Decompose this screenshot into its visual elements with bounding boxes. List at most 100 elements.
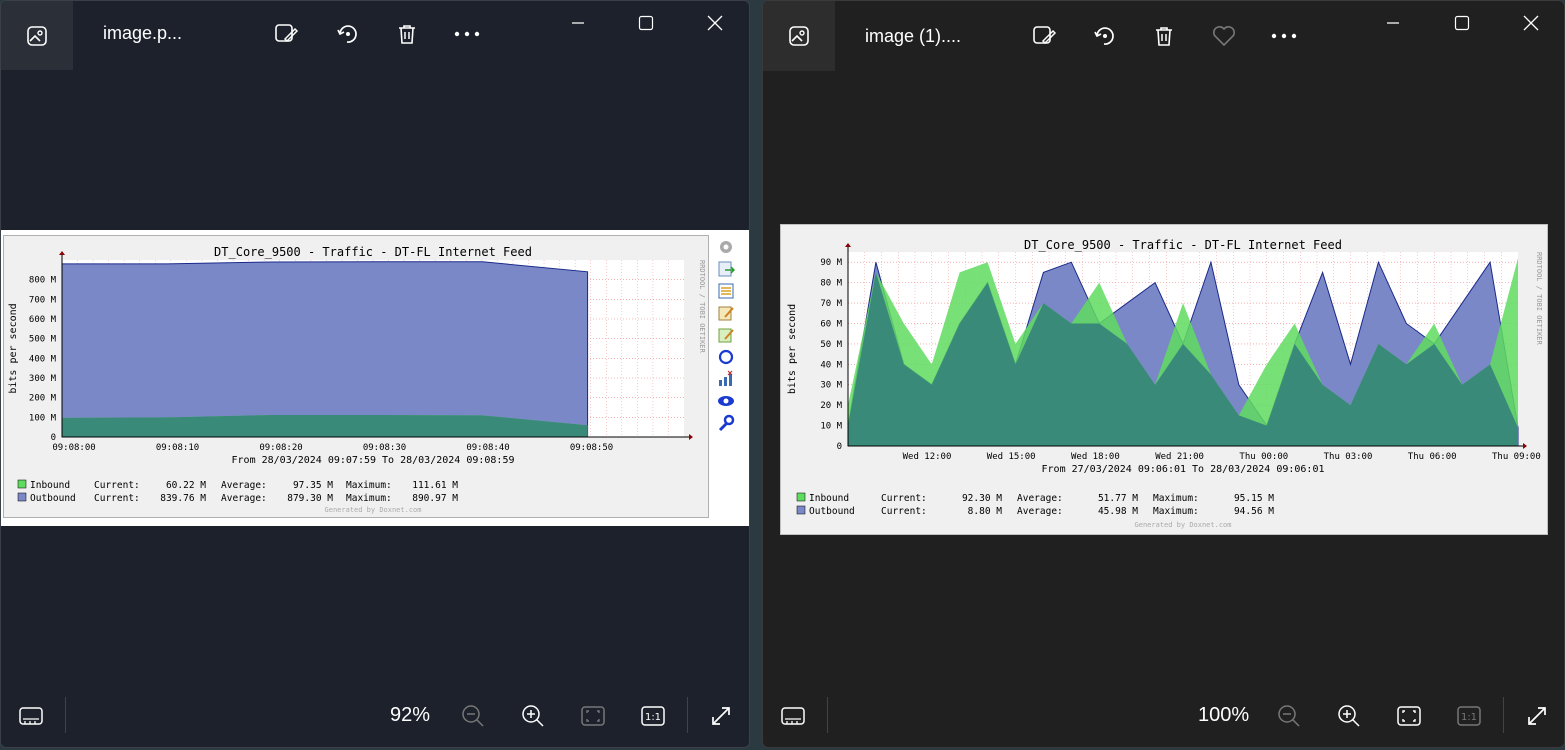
x-tick-label: 09:08:40 [466, 443, 509, 453]
rotate-icon[interactable] [332, 19, 362, 49]
y-tick-label: 40 M [820, 360, 842, 370]
list-icon[interactable] [717, 282, 739, 304]
fit-to-window-icon[interactable] [578, 701, 608, 731]
chart-side-label: RRDTOOL / TOBI OETIKER [1535, 252, 1543, 346]
legend-label: Maximum: [346, 480, 392, 491]
y-tick-label: 10 M [820, 422, 842, 432]
legend-label: Maximum: [1153, 506, 1199, 517]
legend-label: Average: [221, 480, 267, 491]
photos-app-icon[interactable] [1, 1, 73, 70]
chart-title: DT_Core_9500 - Traffic - DT-FL Internet … [1024, 238, 1342, 252]
legend-label: Current: [881, 493, 927, 504]
title-bar: image.p... [1, 1, 749, 71]
x-tick-label: Wed 18:00 [1071, 452, 1120, 462]
filmstrip-icon[interactable] [16, 701, 46, 731]
chart-footer: Generated by Doxnet.com [1135, 521, 1232, 529]
zoom-in-icon[interactable] [518, 701, 548, 731]
divider [65, 697, 66, 733]
outbound-area [61, 261, 589, 438]
legend-label: Current: [94, 480, 140, 491]
edit2-icon[interactable] [717, 326, 739, 348]
legend-maximum: 890.97 M [412, 493, 458, 504]
full-screen-icon[interactable] [706, 701, 736, 731]
legend-name: Inbound [809, 493, 849, 504]
minimize-icon[interactable] [563, 9, 593, 37]
legend-swatch [17, 492, 27, 502]
y-axis-label: bits per second [8, 303, 19, 393]
export-icon[interactable] [717, 260, 739, 282]
legend-label: Current: [881, 506, 927, 517]
y-tick-label: 60 M [820, 319, 842, 329]
overlap-area [62, 414, 588, 437]
legend-current: 60.22 M [166, 480, 206, 491]
file-name: image (1).... [865, 26, 962, 46]
delete-icon[interactable] [1149, 21, 1179, 51]
y-tick-label: 90 M [820, 258, 842, 268]
y-tick-label: 50 M [820, 340, 842, 350]
y-axis-arrow [59, 251, 65, 255]
legend-label: Current: [94, 493, 140, 504]
y-tick-label: 20 M [820, 401, 842, 411]
x-tick-label: 09:08:20 [259, 443, 302, 453]
fit-to-window-icon[interactable] [1394, 701, 1424, 731]
divider [687, 697, 688, 733]
y-tick-label: 700 M [29, 295, 57, 305]
legend-label: Maximum: [346, 493, 392, 504]
zoom-in-icon[interactable] [1334, 701, 1364, 731]
eye-icon[interactable] [717, 392, 739, 414]
edit-image-icon[interactable] [271, 19, 301, 49]
edit-icon[interactable] [717, 304, 739, 326]
favorite-heart-icon[interactable] [1209, 21, 1239, 51]
svg-text:1:1: 1:1 [645, 712, 661, 723]
photos-app-icon[interactable] [763, 1, 835, 71]
x-tick-label: Wed 15:00 [987, 452, 1036, 462]
refresh-icon[interactable] [717, 348, 739, 370]
chart-footer: Generated by Doxnet.com [325, 506, 422, 514]
filmstrip-icon[interactable] [778, 701, 808, 731]
gear-icon[interactable] [717, 238, 739, 260]
close-icon[interactable] [1516, 9, 1546, 37]
x-tick-label: Wed 21:00 [1155, 452, 1204, 462]
legend-current: 92.30 M [962, 493, 1002, 504]
y-tick-label: 300 M [29, 374, 57, 384]
maximize-icon[interactable] [1447, 9, 1477, 37]
zoom-out-icon[interactable] [1274, 701, 1304, 731]
legend-name: Inbound [30, 480, 70, 491]
y-tick-label: 0 [837, 442, 842, 452]
delete-icon[interactable] [392, 19, 422, 49]
full-screen-icon[interactable] [1522, 701, 1552, 731]
x-tick-label: 09:08:50 [570, 443, 613, 453]
y-tick-label: 70 M [820, 299, 842, 309]
maximize-icon[interactable] [631, 9, 661, 37]
legend-maximum: 94.56 M [1234, 506, 1274, 517]
actual-size-icon[interactable]: 1:1 [638, 701, 668, 731]
y-tick-label: 400 M [29, 354, 57, 364]
legend-name: Outbound [809, 506, 855, 517]
actual-size-icon[interactable]: 1:1 [1454, 701, 1484, 731]
rotate-icon[interactable] [1089, 21, 1119, 51]
more-options-icon[interactable] [452, 19, 482, 49]
edit-image-icon[interactable] [1029, 21, 1059, 51]
x-tick-label: 09:08:30 [363, 443, 406, 453]
legend-swatch [796, 505, 806, 515]
minimize-icon[interactable] [1378, 9, 1408, 37]
legend-maximum: 95.15 M [1234, 493, 1274, 504]
y-tick-label: 0 [51, 433, 56, 443]
wrench-icon[interactable] [717, 414, 739, 436]
traffic-chart-right: DT_Core_9500 - Traffic - DT-FL Internet … [787, 238, 1543, 529]
chart-icon[interactable] [717, 370, 739, 392]
close-icon[interactable] [700, 9, 730, 37]
legend-maximum: 111.61 M [412, 480, 458, 491]
zoom-out-icon[interactable] [458, 701, 488, 731]
more-options-icon[interactable] [1269, 21, 1299, 51]
legend-swatch [796, 492, 806, 502]
x-tick-label: Thu 03:00 [1324, 452, 1373, 462]
traffic-graph: DT_Core_9500 - Traffic - DT-FL Internet … [3, 235, 709, 518]
x-tick-label: Wed 12:00 [903, 452, 952, 462]
image-viewport: DT_Core_9500 - Traffic - DT-FL Internet … [780, 224, 1548, 535]
y-tick-label: 200 M [29, 394, 57, 404]
traffic-chart-left: DT_Core_9500 - Traffic - DT-FL Internet … [8, 245, 706, 514]
bottom-bar: 100% 1:1 [763, 685, 1564, 747]
legend-current: 839.76 M [160, 493, 206, 504]
x-axis-arrow [1523, 443, 1527, 449]
